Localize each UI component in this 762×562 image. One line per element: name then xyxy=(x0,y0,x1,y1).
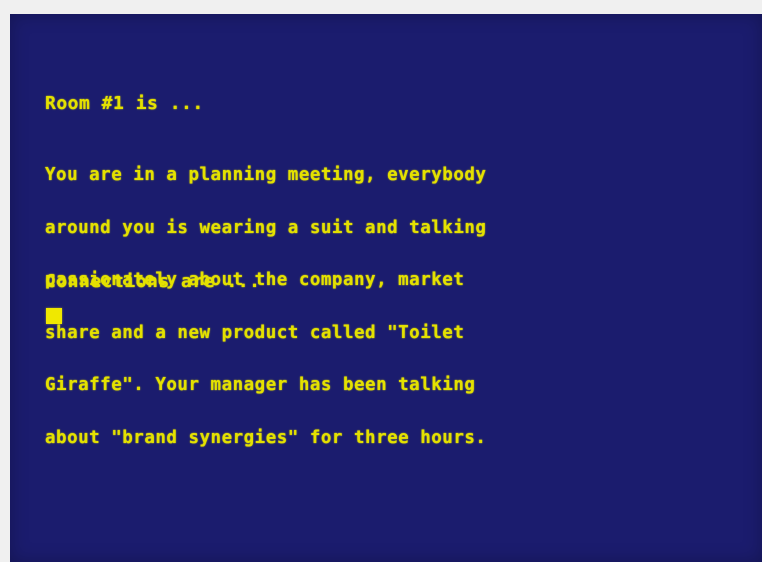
description-line: Giraffe". Your manager has been talking xyxy=(45,375,476,395)
text-cursor xyxy=(46,308,62,324)
description-line: share and a new product called "Toilet xyxy=(45,322,465,343)
window-frame: Room #1 is ... You are in a planning mee… xyxy=(0,0,762,562)
terminal-screen[interactable]: Room #1 is ... You are in a planning mee… xyxy=(10,14,762,562)
description-line: about "brand synergies" for three hours. xyxy=(45,427,487,448)
description-line: around you is wearing a suit and talking xyxy=(45,217,487,238)
room-description: You are in a planning meeting, everybody… xyxy=(45,132,486,482)
room-heading: Room #1 is ... xyxy=(45,93,204,114)
connections-heading: Connections are ... xyxy=(45,271,261,292)
description-line: You are in a planning meeting, everybody xyxy=(45,165,487,185)
